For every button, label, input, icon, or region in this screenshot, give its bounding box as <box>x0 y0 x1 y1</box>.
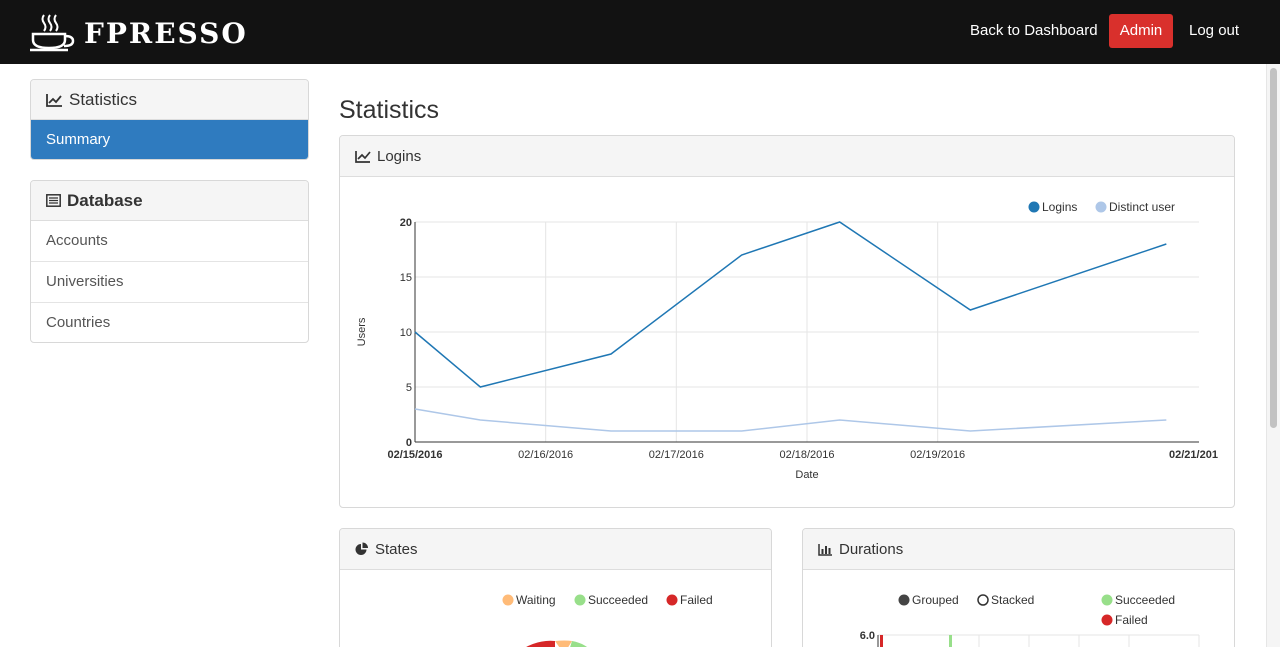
x-tick-label: 02/15/2016 <box>387 449 442 461</box>
pie-slice-failed <box>526 640 555 647</box>
y-tick-label: 15 <box>400 272 412 284</box>
mode-stacked-label: Stacked <box>991 593 1034 607</box>
mode-grouped-marker <box>898 594 910 606</box>
scrollbar-thumb[interactable] <box>1270 68 1277 428</box>
legend-marker <box>1028 201 1040 213</box>
legend-marker <box>1101 614 1113 626</box>
legend-label: Failed <box>680 593 713 607</box>
mode-grouped-label: Grouped <box>912 593 959 607</box>
pie-slice-succeeded <box>570 641 588 647</box>
sidebar-item-universities[interactable]: Universities <box>31 262 308 303</box>
legend-marker <box>666 594 678 606</box>
y-tick-label: 10 <box>400 327 412 339</box>
durations-chart: Grouped Stacked Succeeded Failed 6.0 <box>860 593 1200 647</box>
sidebar-item-accounts[interactable]: Accounts <box>31 221 308 262</box>
sidebar-statistics-title: Statistics <box>69 89 138 109</box>
x-tick-label: 02/16/2016 <box>518 449 573 461</box>
back-to-dashboard-link[interactable]: Back to Dashboard <box>970 14 1098 48</box>
sidebar-database-panel: Database Accounts Universities Countries <box>30 180 309 343</box>
durations-panel: Durations Grouped Stacked Succeeded Failed 6… <box>802 528 1235 647</box>
sidebar-item-summary[interactable]: Summary <box>31 120 308 159</box>
states-chart: Waiting Succeeded Failed <box>502 593 713 647</box>
logins-chart: 0 5 10 15 20 02/15/2016 02/16/2016 02/17/2016 02… <box>356 200 1218 481</box>
bar-succeeded <box>949 635 952 647</box>
states-panel: States Waiting Succeeded Failed <box>339 528 772 647</box>
legend-label: Succeeded <box>588 593 648 607</box>
admin-button[interactable]: Admin <box>1109 14 1173 48</box>
sidebar-database-heading: Database <box>31 181 308 221</box>
bar-failed <box>880 635 883 647</box>
list-icon <box>46 194 61 207</box>
legend-label: Failed <box>1115 613 1148 627</box>
navbar: FPRESSO Back to Dashboard Admin Log out <box>0 0 1280 64</box>
pie-slice-waiting <box>555 640 572 647</box>
legend-marker <box>1101 594 1113 606</box>
legend-label: Distinct user <box>1109 200 1175 214</box>
y-tick-label: 0 <box>406 437 412 449</box>
brand-name: FPRESSO <box>84 16 248 50</box>
y-tick-label: 6.0 <box>860 630 875 642</box>
legend-label: Logins <box>1042 200 1077 214</box>
coffee-cup-icon <box>28 12 76 54</box>
legend-label: Succeeded <box>1115 593 1175 607</box>
brand-logo[interactable]: FPRESSO <box>28 12 248 54</box>
legend-marker <box>502 594 514 606</box>
page-title: Statistics <box>339 96 440 124</box>
mode-stacked-marker <box>977 594 989 606</box>
legend-marker <box>574 594 586 606</box>
legend-label: Waiting <box>516 593 556 607</box>
page-scrollbar[interactable] <box>1266 64 1280 647</box>
sidebar-item-countries[interactable]: Countries <box>31 303 308 342</box>
sidebar-database-title: Database <box>67 190 143 210</box>
y-axis-label: Users <box>356 317 368 346</box>
legend-marker <box>1095 201 1107 213</box>
series-line-logins <box>414 221 1167 388</box>
x-tick-label: 02/18/2016 <box>779 449 834 461</box>
y-tick-label: 20 <box>400 217 412 229</box>
line-chart-icon <box>46 93 63 107</box>
sidebar-statistics-panel: Statistics Summary <box>30 79 309 160</box>
y-tick-label: 5 <box>406 382 412 394</box>
x-tick-label: 02/19/2016 <box>910 449 965 461</box>
sidebar-statistics-heading: Statistics <box>31 80 308 120</box>
x-tick-label: 02/17/2016 <box>649 449 704 461</box>
x-tick-label: 02/21/201 <box>1169 449 1218 461</box>
series-line-distinct-user <box>414 408 1167 432</box>
logout-link[interactable]: Log out <box>1189 14 1239 48</box>
logins-panel: Logins 0 5 10 15 20 02/15/2016 02/16/2016 02/17… <box>339 135 1235 508</box>
x-axis-label: Date <box>795 469 818 481</box>
